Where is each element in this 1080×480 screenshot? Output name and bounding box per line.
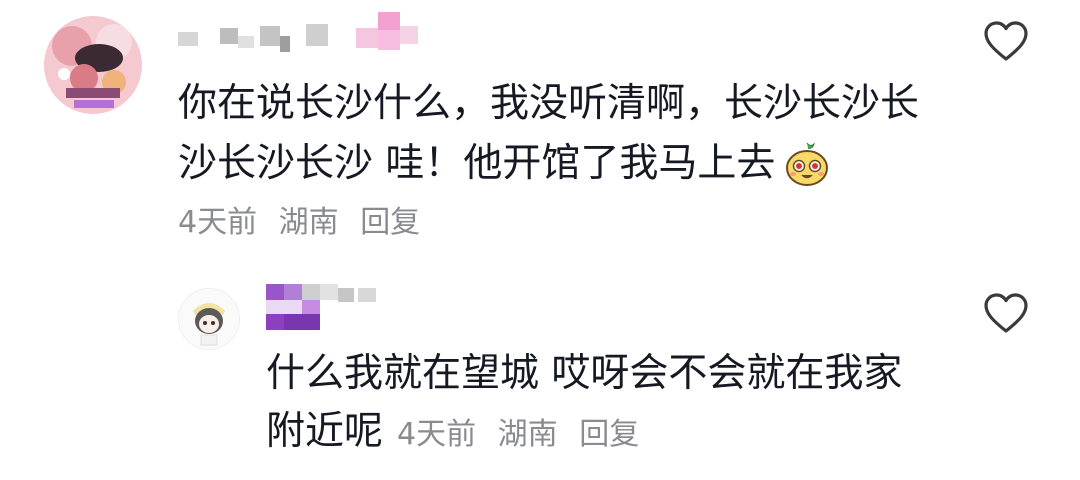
like-button[interactable] bbox=[982, 290, 1030, 338]
username-mosaic bbox=[266, 284, 384, 334]
smiling-pear-emoji-icon bbox=[783, 140, 831, 188]
comment-text-line: 附近呢 4天前 湖南 回复 bbox=[266, 402, 639, 465]
avatar-image bbox=[179, 289, 239, 349]
reply-button[interactable]: 回复 bbox=[579, 417, 639, 452]
avatar-image bbox=[44, 16, 142, 114]
comment-meta: 4天前 湖南 回复 bbox=[178, 201, 420, 245]
comment-meta: 4天前 湖南 回复 bbox=[397, 405, 639, 465]
avatar[interactable] bbox=[44, 16, 142, 114]
comment-text-line: 什么我就在望城 哎呀会不会就在我家 bbox=[266, 351, 903, 396]
comment-text-segment: 沙长沙长沙 哇！他开馆了我马上去 bbox=[178, 141, 776, 186]
avatar[interactable] bbox=[178, 288, 240, 350]
heart-outline-icon bbox=[984, 21, 1028, 61]
comment-text-line: 沙长沙长沙 哇！他开馆了我马上去 bbox=[178, 134, 831, 194]
comment-text-line: 你在说长沙什么，我没听清啊，长沙长沙长 bbox=[178, 81, 920, 126]
comment-text-segment: 附近呢 bbox=[266, 409, 384, 454]
comment-location: 湖南 bbox=[278, 205, 339, 240]
comment-time: 4天前 bbox=[397, 417, 477, 452]
comment-time: 4天前 bbox=[178, 205, 258, 240]
comment-location: 湖南 bbox=[497, 417, 558, 452]
heart-outline-icon bbox=[984, 293, 1028, 333]
reply-button[interactable]: 回复 bbox=[360, 205, 420, 240]
username-mosaic bbox=[178, 12, 423, 58]
like-button[interactable] bbox=[982, 18, 1030, 66]
